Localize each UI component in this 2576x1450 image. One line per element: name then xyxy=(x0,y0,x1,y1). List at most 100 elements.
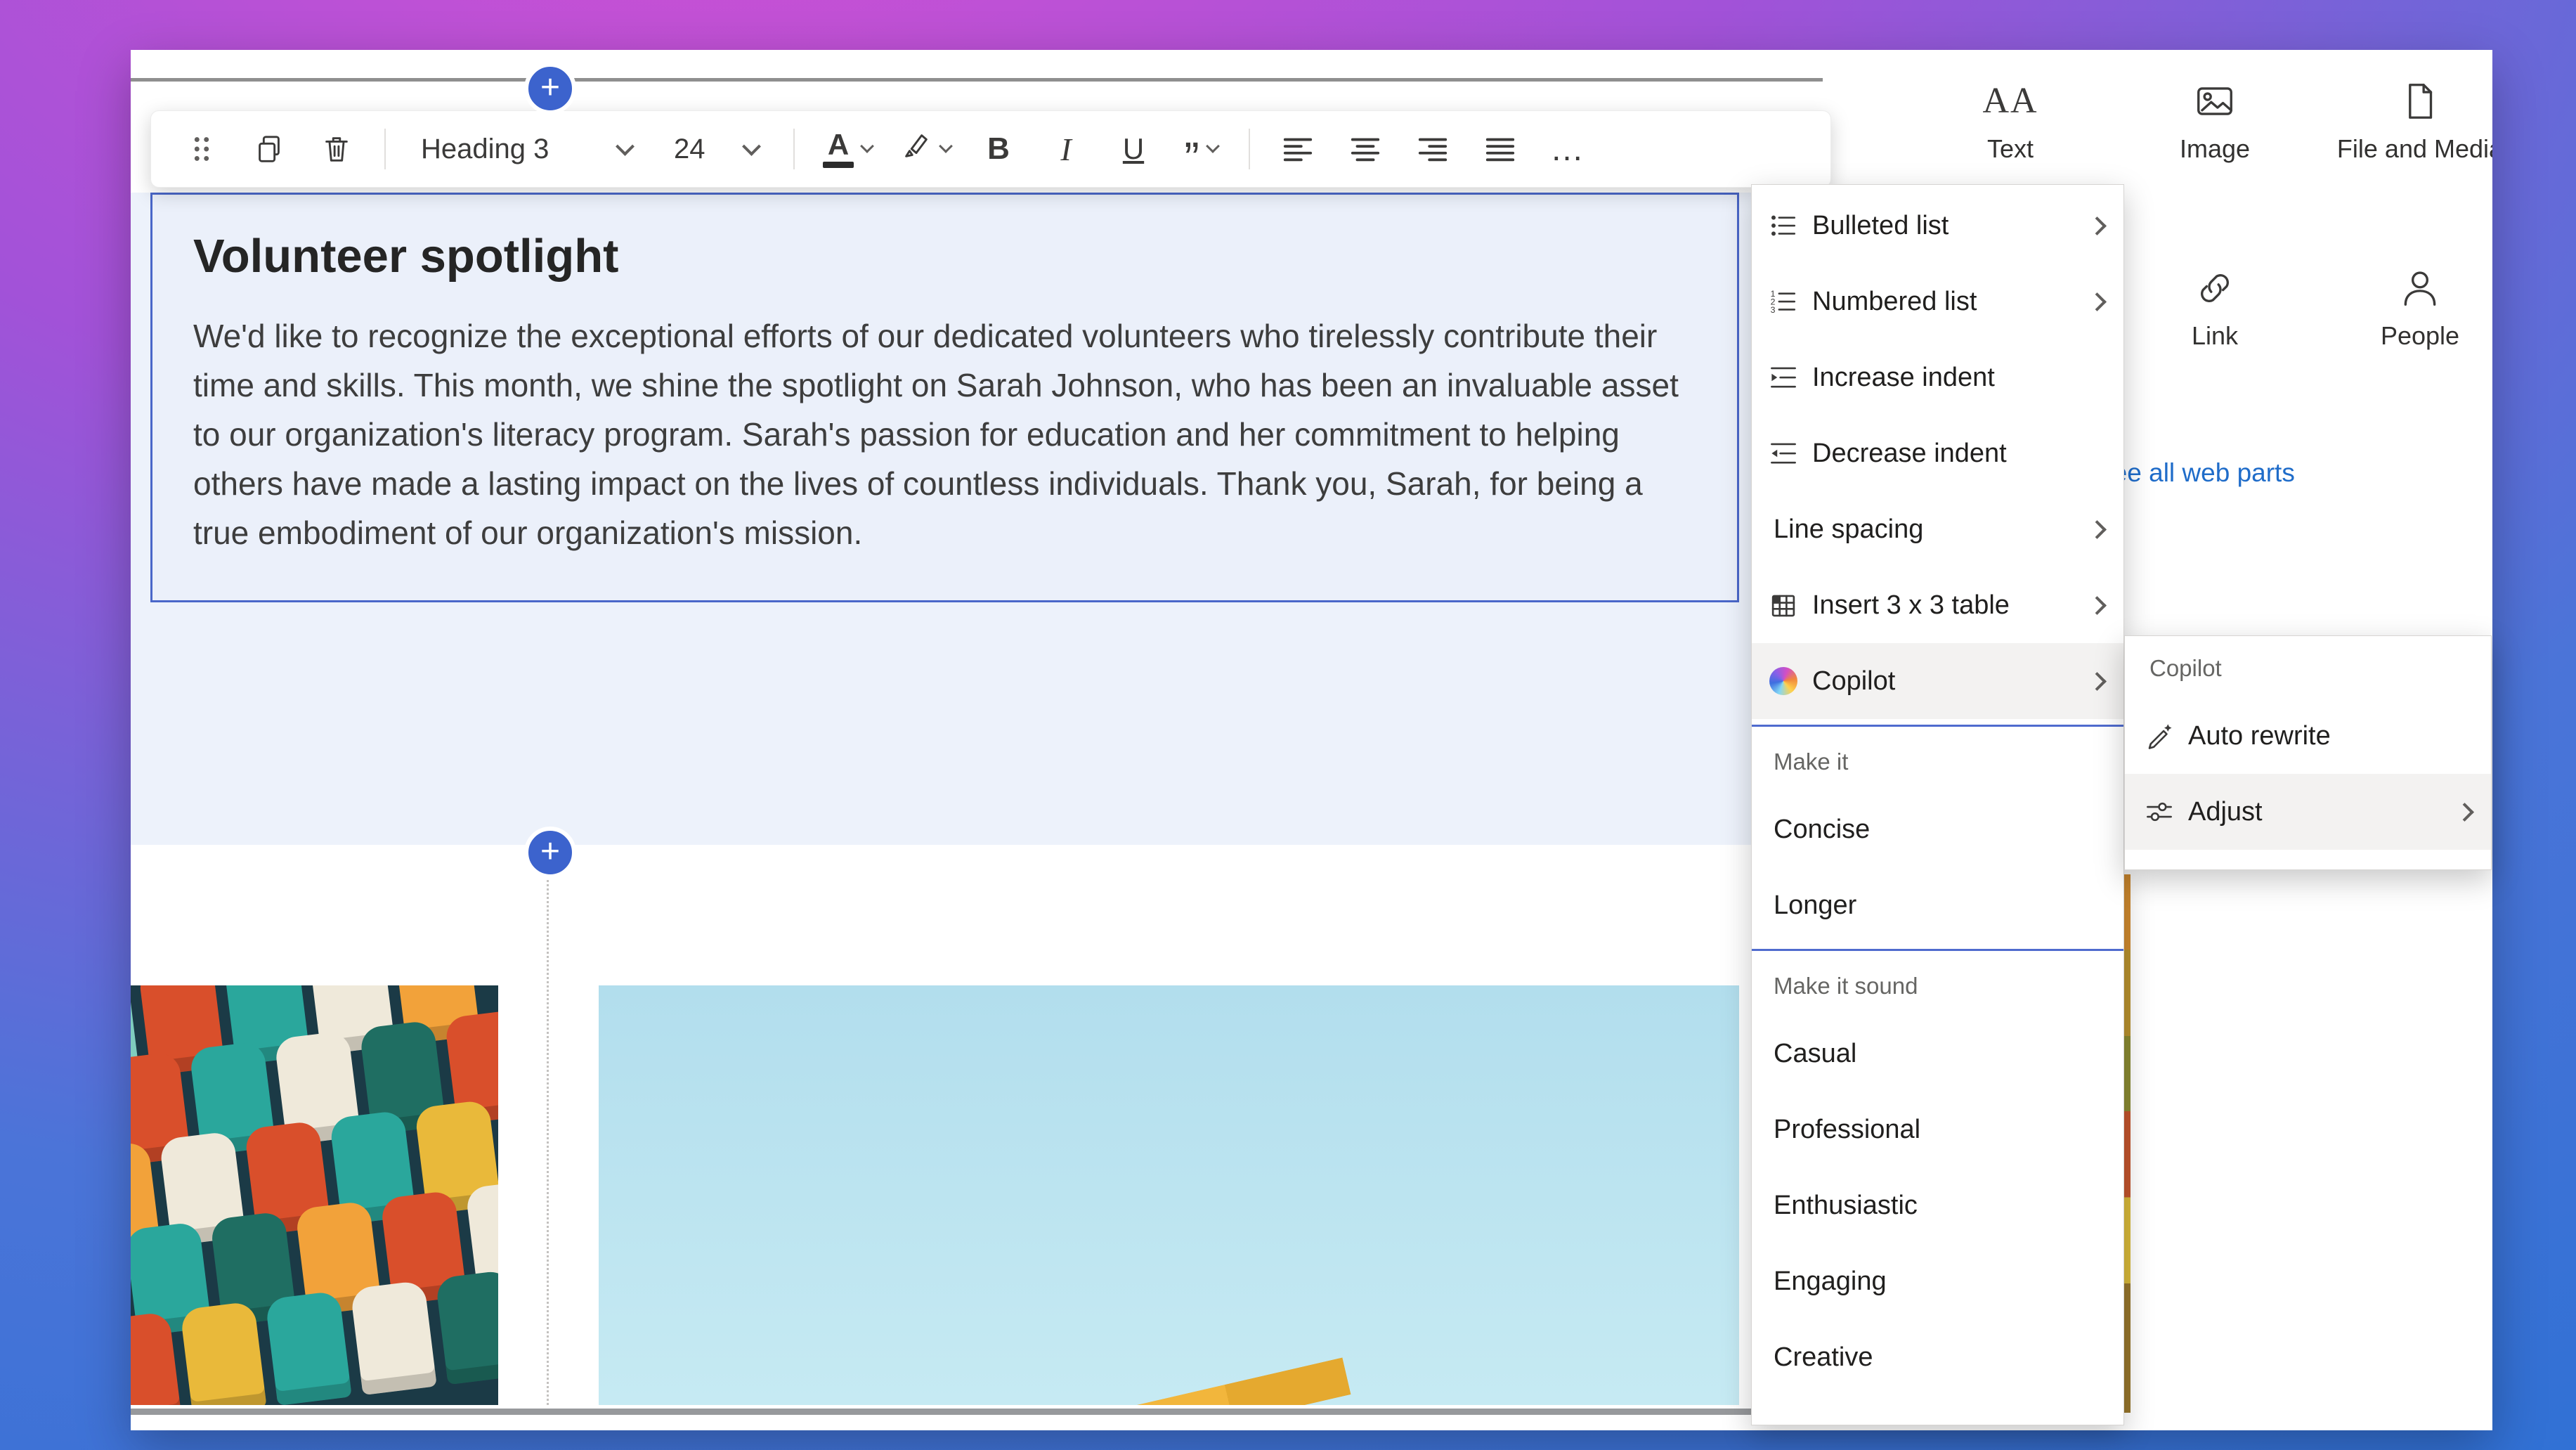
submenu-item-auto-rewrite[interactable]: Auto rewrite xyxy=(2125,698,2491,774)
webpart-item-file-media[interactable]: File and Media xyxy=(2329,74,2492,164)
chairs-graphic xyxy=(131,985,498,1405)
link-icon xyxy=(2193,261,2237,310)
desktop-background: Volunteer spotlight We'd like to recogni… xyxy=(0,0,2576,1450)
menu-item-decrease-indent[interactable]: Decrease indent xyxy=(1752,415,2123,491)
bulleted-list-icon xyxy=(1767,211,1800,240)
menu-item-insert-table[interactable]: Insert 3 x 3 table xyxy=(1752,567,2123,643)
justify-button[interactable] xyxy=(1481,119,1520,179)
menu-item-concise[interactable]: Concise xyxy=(1752,791,2123,867)
submenu-item-adjust[interactable]: Adjust xyxy=(2125,774,2491,850)
webpart-label: Image xyxy=(2180,134,2250,164)
text-webpart[interactable]: Volunteer spotlight We'd like to recogni… xyxy=(150,193,1739,602)
menu-section-header-make-it-sound: Make it sound xyxy=(1752,957,2123,1016)
menu-divider xyxy=(1752,725,2123,727)
highlighter-icon xyxy=(900,129,932,169)
font-color-button[interactable]: A xyxy=(823,119,872,179)
text-webpart-body[interactable]: We'd like to recognize the exceptional e… xyxy=(193,311,1704,557)
webpart-label: File and Media xyxy=(2337,134,2492,164)
duplicate-button[interactable] xyxy=(249,119,289,179)
increase-indent-icon xyxy=(1767,363,1800,392)
webpart-item-image[interactable]: Image xyxy=(2123,74,2306,164)
menu-item-creative[interactable]: Creative xyxy=(1752,1319,2123,1395)
file-media-icon xyxy=(2398,74,2442,123)
section-top-rule xyxy=(131,78,1823,82)
style-dropdown[interactable]: Heading 3 xyxy=(414,119,639,179)
add-section-button[interactable]: + xyxy=(524,63,576,115)
copilot-submenu-header: Copilot xyxy=(2125,639,2491,698)
decrease-indent-icon xyxy=(1767,439,1800,468)
chevron-right-icon xyxy=(2088,672,2107,691)
image-webpart-icon xyxy=(2193,74,2237,123)
image-webpart-chairs[interactable] xyxy=(131,985,498,1405)
text-overflow-menu: Bulleted list 123 Numbered list Increase… xyxy=(1751,184,2124,1425)
pencil-graphic xyxy=(1048,1357,1351,1405)
menu-item-engaging[interactable]: Engaging xyxy=(1752,1243,2123,1319)
menu-item-copilot[interactable]: Copilot xyxy=(1752,643,2123,719)
menu-item-numbered-list[interactable]: 123 Numbered list xyxy=(1752,264,2123,339)
chevron-right-icon xyxy=(2088,596,2107,615)
quote-button[interactable]: ” xyxy=(1181,119,1221,179)
menu-item-bulleted-list[interactable]: Bulleted list xyxy=(1752,188,2123,264)
font-size-value: 24 xyxy=(674,134,705,165)
align-right-button[interactable] xyxy=(1413,119,1452,179)
column-divider xyxy=(547,871,549,1405)
text-webpart-heading[interactable]: Volunteer spotlight xyxy=(193,227,1698,286)
svg-text:3: 3 xyxy=(1771,305,1776,315)
adjust-icon xyxy=(2143,797,2175,827)
copilot-submenu: Copilot Auto rewrite Adjust xyxy=(2124,635,2492,870)
drag-handle[interactable] xyxy=(182,119,221,179)
justify-icon xyxy=(1484,133,1516,165)
numbered-list-icon: 123 xyxy=(1767,287,1800,316)
chevron-right-icon xyxy=(2088,520,2107,539)
italic-button[interactable]: I xyxy=(1046,119,1086,179)
webpart-item-people[interactable]: People xyxy=(2329,261,2492,351)
menu-item-casual[interactable]: Casual xyxy=(1752,1016,2123,1092)
webpart-item-link[interactable]: Link xyxy=(2123,261,2306,351)
chevron-down-icon xyxy=(939,139,953,153)
webpart-item-text[interactable]: AA Text xyxy=(1919,74,2102,164)
webpart-label: Text xyxy=(1987,134,2034,164)
quote-icon: ” xyxy=(1184,129,1199,169)
text-webpart-icon: AA xyxy=(1982,74,2038,123)
menu-divider xyxy=(1752,949,2123,951)
chevron-down-icon xyxy=(616,137,635,156)
webpart-label: People xyxy=(2381,321,2459,351)
bold-button[interactable]: B xyxy=(979,119,1018,179)
auto-rewrite-icon xyxy=(2143,721,2175,751)
chevron-right-icon xyxy=(2088,292,2107,311)
people-icon xyxy=(2398,261,2442,310)
align-left-button[interactable] xyxy=(1278,119,1318,179)
menu-item-professional[interactable]: Professional xyxy=(1752,1092,2123,1167)
chevron-right-icon xyxy=(2455,803,2474,822)
align-center-button[interactable] xyxy=(1346,119,1385,179)
style-dropdown-value: Heading 3 xyxy=(421,134,549,165)
toolbar-separator xyxy=(384,129,386,169)
underline-button[interactable]: U xyxy=(1114,119,1153,179)
menu-item-enthusiastic[interactable]: Enthusiastic xyxy=(1752,1167,2123,1243)
more-options-button[interactable]: … xyxy=(1548,119,1587,179)
add-webpart-button[interactable]: + xyxy=(524,827,576,879)
menu-item-longer[interactable]: Longer xyxy=(1752,867,2123,943)
chevron-down-icon xyxy=(742,137,761,156)
menu-section-header-make-it: Make it xyxy=(1752,732,2123,791)
toolbar-separator xyxy=(1249,129,1250,169)
text-format-toolbar: Heading 3 24 A xyxy=(150,110,1831,188)
chevron-down-icon xyxy=(1206,139,1220,153)
font-color-icon: A xyxy=(823,131,854,168)
copilot-icon xyxy=(1767,667,1800,695)
webpart-label: Link xyxy=(2192,321,2238,351)
delete-button[interactable] xyxy=(317,119,356,179)
align-right-icon xyxy=(1417,133,1449,165)
see-all-webparts-link[interactable]: See all web parts xyxy=(2095,458,2295,488)
toolbar-separator xyxy=(793,129,795,169)
font-size-dropdown[interactable]: 24 xyxy=(667,119,765,179)
chevron-down-icon xyxy=(860,139,874,153)
menu-item-line-spacing[interactable]: Line spacing xyxy=(1752,491,2123,567)
chevron-right-icon xyxy=(2088,216,2107,235)
align-left-icon xyxy=(1282,133,1314,165)
image-webpart-sky-pencil[interactable] xyxy=(599,985,1739,1405)
highlight-button[interactable] xyxy=(900,119,951,179)
menu-item-increase-indent[interactable]: Increase indent xyxy=(1752,339,2123,415)
insert-table-icon xyxy=(1767,590,1800,620)
align-center-icon xyxy=(1349,133,1381,165)
